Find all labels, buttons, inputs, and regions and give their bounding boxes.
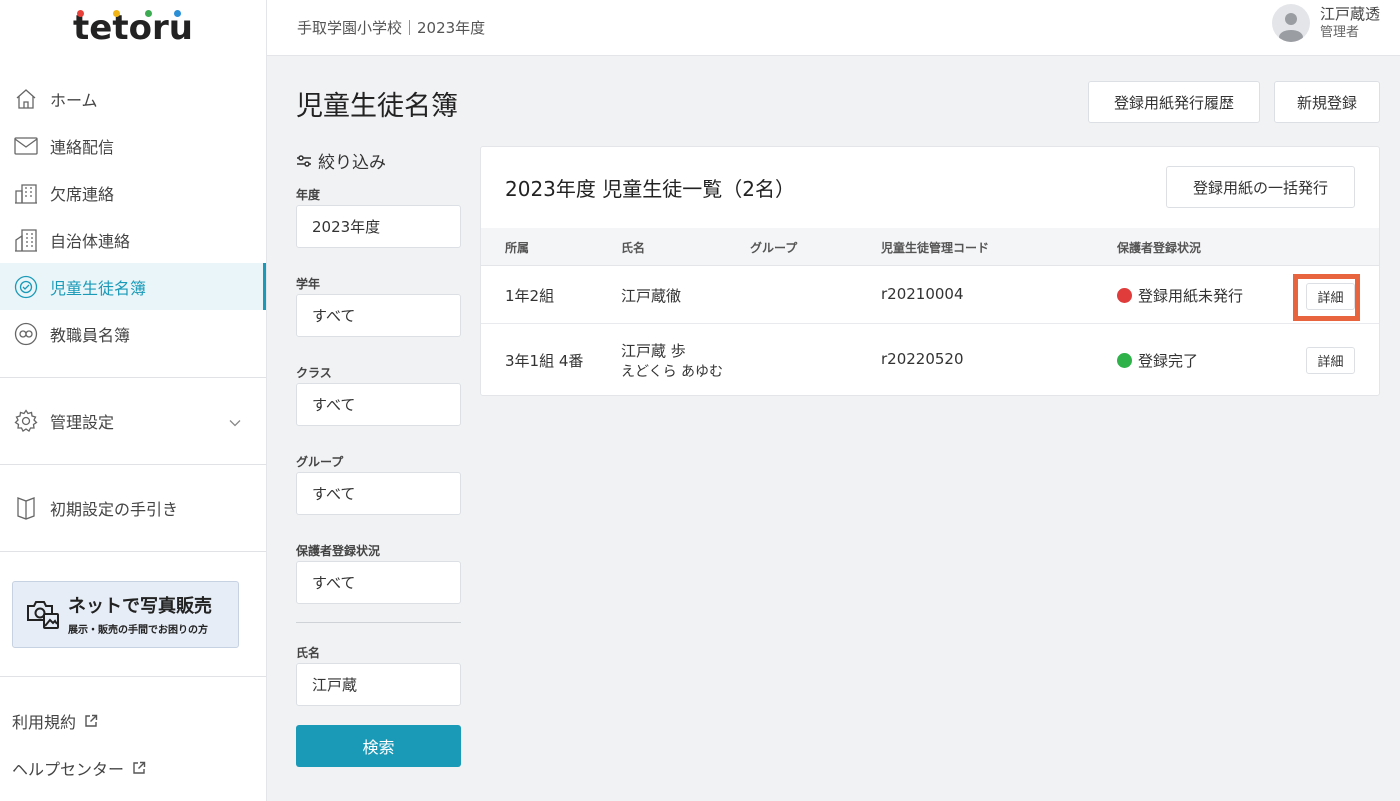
table-row: 1年2組 江戸蔵徹 r20210004 登録用紙未発行 詳細 — [481, 266, 1379, 324]
chevron-down-icon — [229, 412, 241, 431]
issue-history-button[interactable]: 登録用紙発行履歴 — [1088, 81, 1260, 123]
group-select[interactable]: すべて — [296, 472, 461, 515]
home-icon — [13, 86, 39, 112]
nav-item-absence[interactable]: 欠席連絡 — [0, 169, 266, 216]
table-row: 3年1組 4番 江戸蔵 歩 えどくら あゆむ r20220520 登録完了 詳細 — [481, 324, 1379, 396]
nav-item-settings[interactable]: 管理設定 — [0, 378, 266, 464]
col-code: 児童生徒管理コード — [881, 241, 990, 255]
filter-panel: 絞り込み 年度 2023年度 学年 すべて クラス すべて グループ すべて 保… — [296, 148, 461, 767]
settings-label: 管理設定 — [50, 413, 115, 432]
user-menu[interactable]: 江戸蔵透 管理者 — [1271, 4, 1380, 42]
nav-label: ホーム — [50, 90, 98, 110]
help-center-link[interactable]: ヘルプセンター — [0, 744, 266, 791]
top-header: 手取学園小学校｜2023年度 江戸蔵透 管理者 — [267, 0, 1400, 56]
class-select[interactable]: すべて — [296, 383, 461, 426]
cell-affiliation: 3年1組 4番 — [505, 352, 584, 370]
nav-item-teacher-roster[interactable]: 教職員名簿 — [0, 310, 266, 357]
nav-label: 欠席連絡 — [50, 184, 115, 204]
name-label: 氏名 — [296, 646, 321, 660]
building-icon — [13, 227, 39, 253]
bulk-issue-button[interactable]: 登録用紙の一括発行 — [1166, 166, 1355, 208]
book-icon — [13, 495, 39, 521]
status-dot-red — [1117, 288, 1132, 303]
sliders-icon — [296, 154, 312, 168]
status-dot-green — [1117, 353, 1132, 368]
banner-title: ネットで写真販売 — [68, 596, 212, 617]
cell-name[interactable]: 江戸蔵徹 — [621, 285, 681, 306]
cell-code: r20210004 — [881, 285, 964, 303]
guide-label: 初期設定の手引き — [50, 500, 179, 519]
list-title: 2023年度 児童生徒一覧（2名） — [505, 177, 795, 201]
teacher-roster-icon — [13, 321, 39, 347]
filter-divider — [296, 622, 461, 623]
logo-text: tetoru — [73, 7, 193, 48]
grade-select[interactable]: すべて — [296, 294, 461, 337]
nav-item-municipality[interactable]: 自治体連絡 — [0, 216, 266, 263]
search-button[interactable]: 検索 — [296, 725, 461, 767]
year-label: 年度 — [296, 188, 321, 202]
cell-name[interactable]: 江戸蔵 歩 — [621, 340, 686, 361]
mail-icon — [13, 133, 39, 159]
detail-button[interactable]: 詳細 — [1306, 347, 1355, 374]
col-name: 氏名 — [621, 241, 646, 255]
table-header: 所属 氏名 グループ 児童生徒管理コード 保護者登録状況 — [481, 228, 1379, 266]
photo-sales-banner[interactable]: ネットで写真販売 展示・販売の手間でお困りの方 — [12, 580, 239, 648]
school-icon — [13, 180, 39, 206]
student-list-card: 2023年度 児童生徒一覧（2名） 登録用紙の一括発行 所属 氏名 グループ 児… — [480, 146, 1380, 396]
cell-name-kana: えどくら あゆむ — [621, 364, 724, 380]
nav-item-student-roster[interactable]: 児童生徒名簿 — [0, 263, 266, 310]
banner-subtitle: 展示・販売の手間でお困りの方 — [68, 625, 208, 636]
gear-icon — [13, 408, 39, 434]
grade-label: 学年 — [296, 277, 321, 291]
guardian-status-select[interactable]: すべて — [296, 561, 461, 604]
terms-link[interactable]: 利用規約 — [0, 697, 266, 744]
group-label: グループ — [296, 455, 344, 469]
main-nav: ホーム 連絡配信 欠席連絡 自治体連絡 児童生徒名簿 教職員名簿 — [0, 55, 266, 357]
year-select[interactable]: 2023年度 — [296, 205, 461, 248]
new-registration-button[interactable]: 新規登録 — [1274, 81, 1380, 123]
avatar — [1271, 4, 1310, 42]
col-affiliation: 所属 — [505, 241, 530, 255]
name-input[interactable]: 江戸蔵 — [296, 663, 461, 706]
nav-label: 児童生徒名簿 — [50, 278, 147, 298]
help-label: ヘルプセンター — [12, 759, 125, 779]
page-title: 児童生徒名簿 — [296, 91, 458, 122]
external-link-icon — [132, 761, 146, 775]
nav-item-setup-guide[interactable]: 初期設定の手引き — [0, 465, 266, 551]
col-guardian-status: 保護者登録状況 — [1117, 241, 1202, 255]
camera-photo-icon — [26, 598, 60, 630]
external-link-icon — [84, 714, 98, 728]
col-group: グループ — [750, 241, 798, 255]
tetoru-logo[interactable]: tetoru — [0, 0, 266, 55]
nav-label: 教職員名簿 — [50, 325, 131, 345]
filter-title: 絞り込み — [296, 148, 461, 173]
cell-code: r20220520 — [881, 350, 964, 368]
breadcrumb: 手取学園小学校｜2023年度 — [297, 19, 486, 37]
cell-affiliation: 1年2組 — [505, 287, 555, 305]
user-role: 管理者 — [1319, 25, 1359, 40]
nav-label: 自治体連絡 — [50, 231, 131, 251]
user-name: 江戸蔵透 — [1319, 5, 1380, 23]
student-roster-icon — [13, 274, 39, 300]
class-label: クラス — [296, 366, 332, 380]
nav-item-messages[interactable]: 連絡配信 — [0, 122, 266, 169]
nav-item-home[interactable]: ホーム — [0, 75, 266, 122]
guardian-status-label: 保護者登録状況 — [296, 544, 381, 558]
cell-guardian-status: 登録完了 — [1117, 350, 1198, 371]
nav-label: 連絡配信 — [50, 137, 115, 157]
highlight-box — [1293, 274, 1360, 321]
terms-label: 利用規約 — [12, 712, 77, 732]
sidebar: tetoru ホーム 連絡配信 欠席連絡 自治体連絡 児童生徒名簿 教職員名簿 … — [0, 0, 267, 801]
cell-guardian-status: 登録用紙未発行 — [1117, 285, 1243, 306]
